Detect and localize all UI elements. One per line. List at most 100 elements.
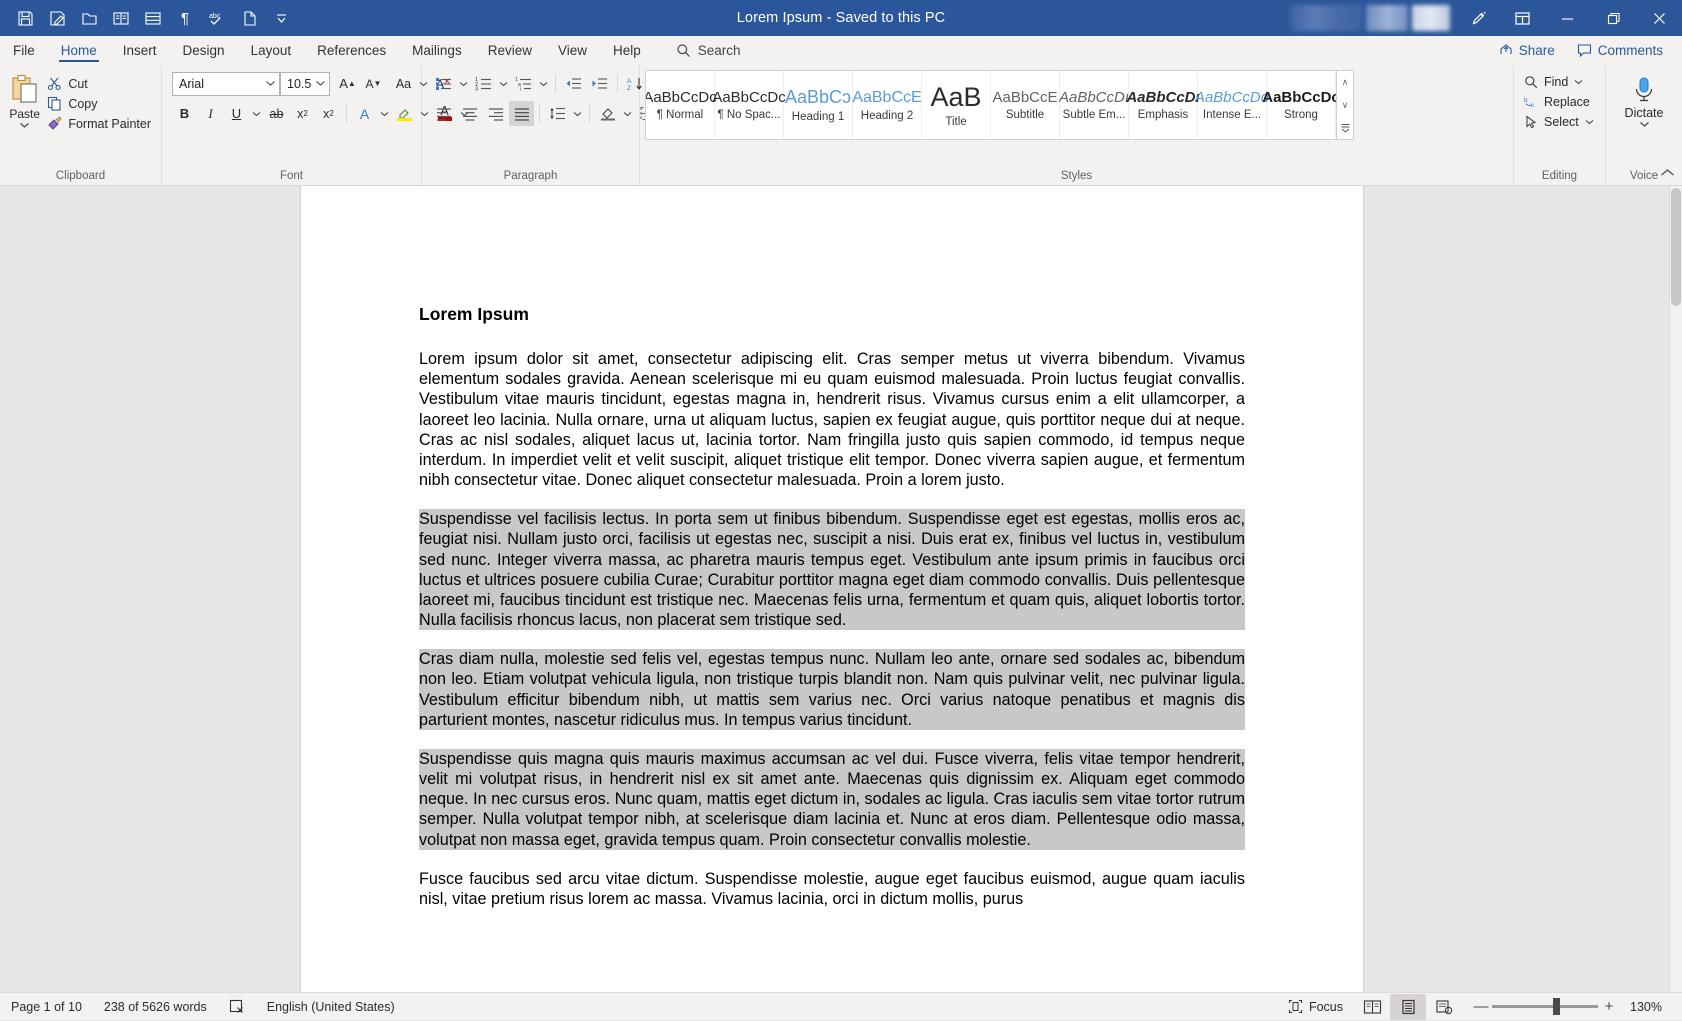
styles-scroll[interactable]: ∧ ∨ <box>1337 70 1354 140</box>
text-effects-caret[interactable] <box>378 101 391 126</box>
comments-button[interactable]: Comments <box>1568 40 1672 61</box>
style-title[interactable]: AaB Title <box>922 71 991 139</box>
superscript-button[interactable]: x2 <box>316 101 341 126</box>
document-canvas[interactable]: Lorem Ipsum Lorem ipsum dolor sit amet, … <box>0 186 1682 992</box>
paste-button[interactable]: Paste <box>5 71 44 129</box>
multilevel-caret[interactable] <box>537 71 550 96</box>
align-center-button[interactable] <box>457 101 482 126</box>
text-highlight-color-button[interactable] <box>392 101 417 126</box>
tab-layout[interactable]: Layout <box>238 36 305 64</box>
align-right-button[interactable] <box>483 101 508 126</box>
styles-more-button[interactable] <box>1337 116 1353 139</box>
align-left-button[interactable] <box>431 101 456 126</box>
vertical-scrollbar[interactable] <box>1669 186 1682 992</box>
page-indicator[interactable]: Page 1 of 10 <box>0 993 93 1021</box>
focus-button[interactable]: Focus <box>1277 993 1354 1021</box>
replace-button[interactable]: bc Replace <box>1519 93 1595 111</box>
restore-button[interactable] <box>1590 0 1636 36</box>
shrink-font-button[interactable]: A▼ <box>361 71 386 96</box>
bullets-caret[interactable] <box>457 71 470 96</box>
zoom-track[interactable] <box>1492 1005 1598 1008</box>
close-button[interactable] <box>1636 0 1682 36</box>
italic-button[interactable]: I <box>198 101 223 126</box>
numbering-button[interactable]: 123 <box>471 71 496 96</box>
shading-button[interactable] <box>595 101 620 126</box>
read-aloud-icon[interactable] <box>106 4 136 32</box>
decrease-indent-button[interactable] <box>561 71 586 96</box>
minimize-button[interactable] <box>1544 0 1590 36</box>
copy-button[interactable]: Copy <box>44 94 156 113</box>
scrollbar-thumb[interactable] <box>1671 188 1681 306</box>
document-page[interactable]: Lorem Ipsum Lorem ipsum dolor sit amet, … <box>301 186 1363 992</box>
collapse-ribbon-icon[interactable] <box>1658 165 1676 181</box>
bold-button[interactable]: B <box>172 101 197 126</box>
tab-references[interactable]: References <box>304 36 399 64</box>
style-heading-2[interactable]: AaBbCcE Heading 2 <box>853 71 922 139</box>
ribbon-display-options-icon[interactable] <box>1500 0 1544 36</box>
format-painter-button[interactable]: Format Painter <box>44 114 156 133</box>
style-no-spacing[interactable]: AaBbCcDc ¶ No Spac... <box>715 71 784 139</box>
chevron-down-icon[interactable] <box>1574 79 1583 85</box>
zoom-slider[interactable]: — + <box>1470 996 1620 1018</box>
style-subtitle[interactable]: AaBbCcE Subtitle <box>991 71 1060 139</box>
tab-help[interactable]: Help <box>600 36 654 64</box>
grow-font-button[interactable]: A▲ <box>335 71 360 96</box>
underline-caret[interactable] <box>250 101 263 126</box>
style-subtle-emphasis[interactable]: AaBbCcDı Subtle Em... <box>1060 71 1129 139</box>
print-layout-button[interactable] <box>1390 994 1426 1020</box>
read-mode-button[interactable] <box>1354 994 1390 1020</box>
bullets-button[interactable] <box>431 71 456 96</box>
styles-scroll-up[interactable]: ∧ <box>1337 71 1353 94</box>
multilevel-list-button[interactable]: 1ai <box>511 71 536 96</box>
text-effects-button[interactable]: A <box>352 101 377 126</box>
strikethrough-button[interactable]: ab <box>264 101 289 126</box>
chevron-down-icon[interactable] <box>1638 120 1651 128</box>
word-count[interactable]: 238 of 5626 words <box>93 993 218 1021</box>
style-intense-emphasis[interactable]: AaBbCcDɑ Intense E... <box>1198 71 1267 139</box>
open-icon[interactable] <box>74 4 104 32</box>
underline-button[interactable]: U <box>224 101 249 126</box>
change-case-button[interactable]: Aa <box>391 71 416 96</box>
tab-home[interactable]: Home <box>48 36 110 64</box>
style-normal[interactable]: AaBbCcDc ¶ Normal <box>646 71 715 139</box>
customize-quick-access-icon[interactable] <box>266 4 296 32</box>
zoom-thumb[interactable] <box>1553 998 1560 1015</box>
language-indicator[interactable]: English (United States) <box>256 993 406 1021</box>
chevron-down-icon[interactable] <box>1585 119 1594 125</box>
tab-view[interactable]: View <box>545 36 600 64</box>
share-button[interactable]: Share <box>1490 40 1564 61</box>
line-spacing-caret[interactable] <box>571 101 584 126</box>
spelling-icon[interactable]: abc <box>202 4 232 32</box>
zoom-level[interactable]: 130% <box>1628 1000 1672 1014</box>
style-strong[interactable]: AaBbCcDc Strong <box>1267 71 1336 139</box>
table-icon[interactable] <box>138 4 168 32</box>
subscript-button[interactable]: x2 <box>290 101 315 126</box>
tab-mailings[interactable]: Mailings <box>399 36 475 64</box>
numbering-caret[interactable] <box>497 71 510 96</box>
tab-file[interactable]: File <box>0 36 48 64</box>
justify-button[interactable] <box>509 101 534 126</box>
zoom-in-button[interactable]: + <box>1598 996 1620 1018</box>
find-button[interactable]: Find <box>1519 73 1588 91</box>
dictate-button[interactable]: Dictate <box>1615 71 1673 128</box>
font-size-combo[interactable]: 10.5 <box>280 72 330 96</box>
search-input[interactable]: Search <box>676 36 741 64</box>
style-heading-1[interactable]: AaBbCɔ Heading 1 <box>784 71 853 139</box>
pilcrow-icon[interactable]: ¶ <box>170 4 200 32</box>
tab-review[interactable]: Review <box>475 36 545 64</box>
web-layout-button[interactable] <box>1426 994 1462 1020</box>
styles-gallery[interactable]: AaBbCcDc ¶ Normal AaBbCcDc ¶ No Spac... … <box>645 70 1337 140</box>
font-name-combo[interactable]: Arial <box>172 72 280 96</box>
shading-caret[interactable] <box>621 101 634 126</box>
zoom-out-button[interactable]: — <box>1470 996 1492 1018</box>
styles-scroll-down[interactable]: ∨ <box>1337 94 1353 117</box>
tab-insert[interactable]: Insert <box>110 36 170 64</box>
pen-icon[interactable] <box>1456 0 1500 36</box>
save-icon[interactable] <box>10 4 40 32</box>
style-emphasis[interactable]: AaBbCcDı Emphasis <box>1129 71 1198 139</box>
proofing-errors-icon[interactable] <box>218 993 256 1021</box>
cut-button[interactable]: Cut <box>44 74 156 93</box>
tab-design[interactable]: Design <box>170 36 238 64</box>
chevron-down-icon[interactable] <box>18 121 31 129</box>
autosave-icon[interactable] <box>42 4 72 32</box>
